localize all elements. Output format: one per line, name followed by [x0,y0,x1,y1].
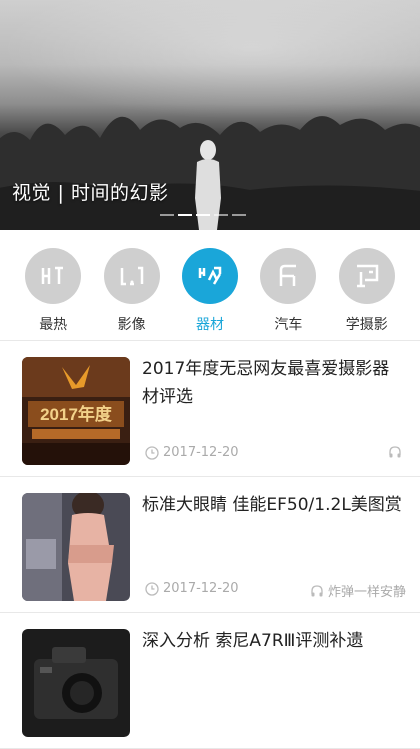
banner-title[interactable]: 视觉 | 时间的幻影 [12,178,168,205]
article-title: 标准大眼睛 佳能EF50/1.2L美图赏 [142,495,402,515]
category-bar: 最热 影像 器材 汽车 学摄影 [0,230,420,340]
thumbnail-logo-text: 2017年度 [40,404,113,424]
category-label: 器材 [195,317,224,333]
headphones-icon [389,446,401,458]
carousel-dot[interactable] [160,214,174,216]
clock-icon [145,445,159,460]
article-title: 2017年度无忌网友最喜爱摄影器材评选 [142,359,390,407]
article-date-text: 2017-12-20 [163,445,239,460]
article-item[interactable]: 2017年度 2017年度无忌网友最喜爱摄影器材评选 2017-12-20 [0,341,420,477]
category-car[interactable]: 汽车 [255,230,321,340]
carousel-dot[interactable] [232,214,246,216]
article-author-text: 炸弹一样安静 [327,585,406,600]
equipment-icon [181,248,238,304]
article-list: 2017年度 2017年度无忌网友最喜爱摄影器材评选 2017-12-20 标准… [0,341,420,749]
category-equipment[interactable]: 器材 [177,230,243,340]
article-item[interactable]: 深入分析 索尼A7RⅢ评测补遗 [0,613,420,749]
image-icon [103,248,160,304]
banner-image-figure [195,140,221,230]
carousel-dot[interactable] [214,214,228,216]
car-icon [260,248,317,304]
carousel-dot[interactable] [178,214,192,216]
clock-icon [145,581,159,596]
article-thumbnail: 2017年度 [22,357,130,465]
category-label: 影像 [117,317,146,333]
category-image[interactable]: 影像 [99,230,165,340]
hot-icon [25,248,82,304]
article-item[interactable]: 标准大眼睛 佳能EF50/1.2L美图赏 2017-12-20 炸弹一样安静 [0,477,420,613]
category-label: 汽车 [274,317,303,333]
category-label: 最热 [39,317,68,333]
article-author [388,445,406,459]
article-date: 2017-12-20 [145,445,239,460]
headphones-icon [311,584,323,596]
learn-photography-icon [338,248,395,304]
article-date: 2017-12-20 [145,581,239,596]
category-learn-photography[interactable]: 学摄影 [334,230,400,340]
category-label: 学摄影 [345,317,388,333]
article-thumbnail [22,493,130,601]
carousel-indicator [160,214,246,216]
banner-carousel[interactable]: 视觉 | 时间的幻影 [0,0,420,230]
category-hot[interactable]: 最热 [20,230,86,340]
article-title: 深入分析 索尼A7RⅢ评测补遗 [142,631,364,651]
article-author[interactable]: 炸弹一样安静 [310,581,406,600]
article-date-text: 2017-12-20 [163,581,239,596]
carousel-dot[interactable] [196,214,210,216]
article-thumbnail [22,629,130,737]
